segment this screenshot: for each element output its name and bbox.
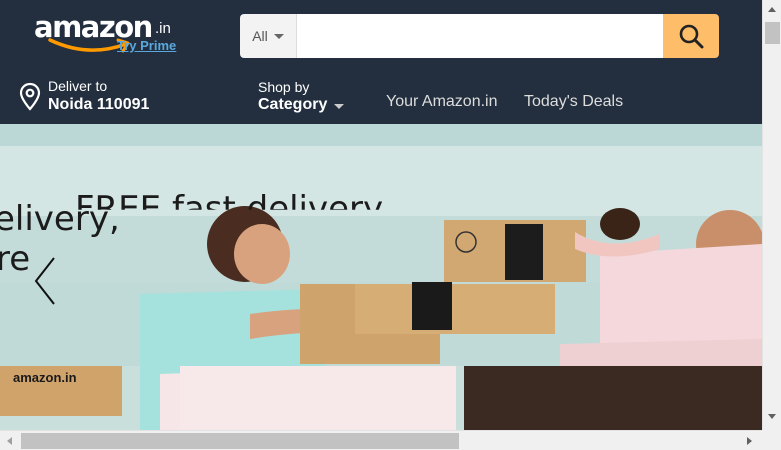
amazon-logo[interactable]: amazon .in Try Prime: [32, 10, 182, 58]
horizontal-scrollbar[interactable]: [0, 430, 762, 450]
page: amazon .in Try Prime All Deliver to Noid…: [0, 0, 781, 450]
header: amazon .in Try Prime All Deliver to Noid…: [0, 0, 762, 124]
deliver-text: Deliver to Noida 110091: [48, 78, 149, 114]
category-label: Category: [258, 95, 345, 115]
search-category-label: All: [252, 28, 268, 44]
search-icon: [679, 24, 704, 49]
nav-todays-deals[interactable]: Today's Deals: [524, 92, 623, 112]
search-bar: All: [240, 14, 719, 58]
location-pin-icon: [19, 82, 41, 111]
box-brand-label: amazon.in: [13, 370, 77, 385]
search-button[interactable]: [663, 14, 719, 58]
search-input[interactable]: [297, 14, 663, 58]
chevron-left-icon[interactable]: [28, 254, 62, 308]
scroll-right-arrow-icon[interactable]: [747, 437, 752, 445]
logo-tld: .in: [155, 20, 171, 37]
hero-headline-line3: re: [0, 239, 31, 279]
scroll-down-arrow-icon[interactable]: [768, 414, 776, 419]
category-text: Category: [258, 96, 328, 113]
scrollbar-corner: [762, 430, 781, 450]
deliver-location: Noida 110091: [48, 96, 150, 113]
vertical-scroll-thumb[interactable]: [765, 22, 780, 44]
caret-down-icon: [273, 33, 284, 39]
horizontal-scroll-thumb[interactable]: [21, 433, 459, 449]
deliver-to-location[interactable]: Deliver to Noida 110091: [18, 78, 149, 116]
shop-by-label: Shop by: [258, 79, 310, 95]
hero-banner-image: [0, 124, 762, 430]
hero-headline-line2: elivery,: [0, 199, 120, 239]
caret-down-icon: [334, 104, 345, 109]
nav-your-amazon[interactable]: Your Amazon.in: [386, 92, 497, 112]
deliver-label: Deliver to: [48, 78, 108, 94]
scroll-left-arrow-icon[interactable]: [7, 437, 12, 445]
vertical-scrollbar[interactable]: [762, 0, 781, 430]
browser-viewport: amazon .in Try Prime All Deliver to Noid…: [0, 0, 762, 430]
try-prime-link[interactable]: Try Prime: [117, 38, 176, 53]
scroll-up-arrow-icon[interactable]: [768, 7, 776, 12]
shop-by-category-menu[interactable]: Shop by Category: [258, 79, 345, 115]
hero-carousel[interactable]: FREE fast delivery elivery, re amazon.in: [0, 124, 762, 430]
search-category-dropdown[interactable]: All: [240, 14, 297, 58]
